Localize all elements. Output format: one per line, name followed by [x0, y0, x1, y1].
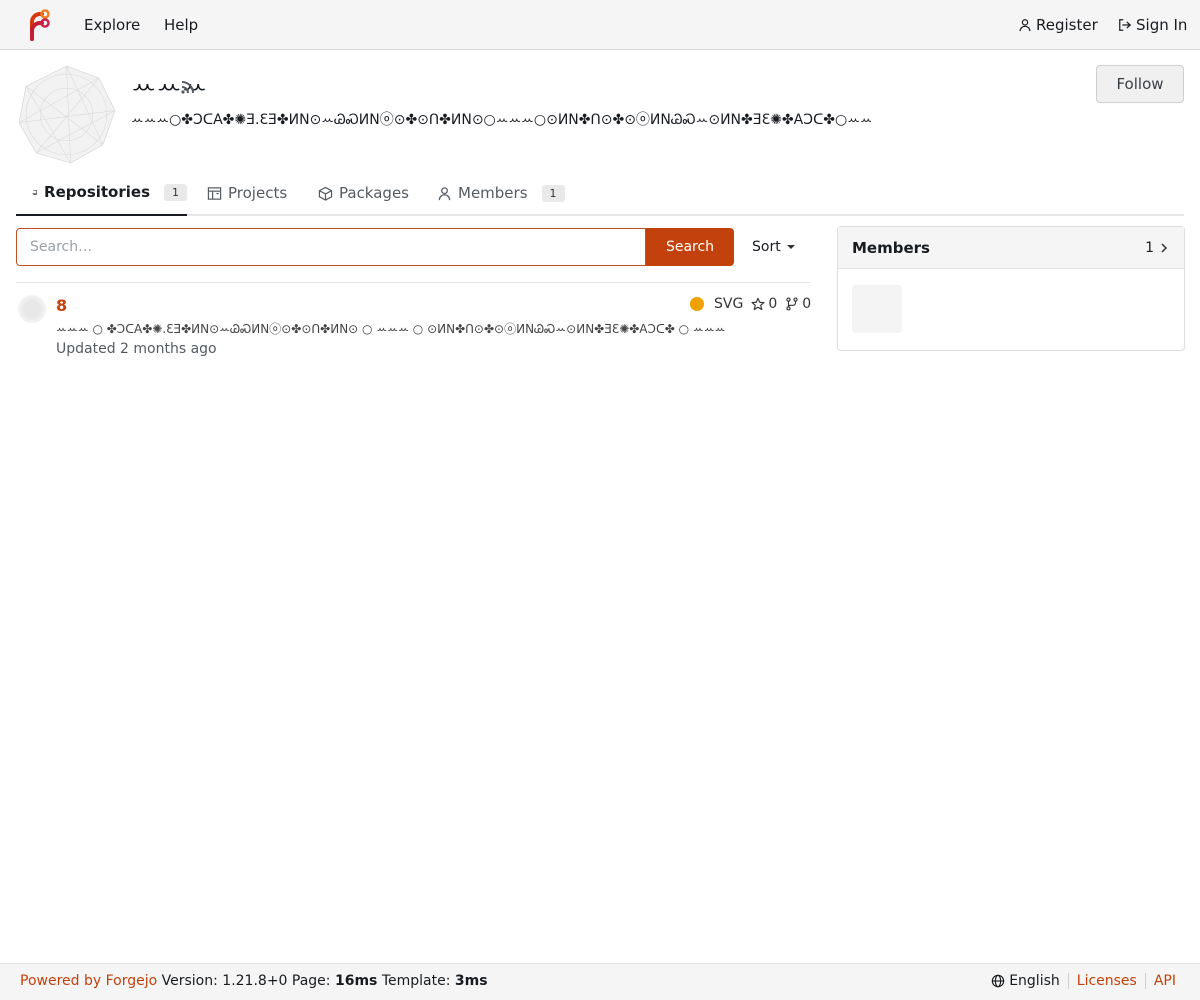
follow-button[interactable]: Follow — [1096, 65, 1184, 103]
org-tabs: Repositories 1 Projects Packages Members… — [16, 170, 1184, 216]
page-time: 16ms — [334, 973, 378, 989]
sign-in-link[interactable]: Sign In — [1118, 0, 1187, 50]
forgejo-logo-icon[interactable] — [25, 9, 51, 41]
footer-separator — [1067, 973, 1069, 989]
version-text: Version: 1.21.8+0 Page: — [161, 973, 331, 989]
fork-icon — [786, 297, 798, 311]
person-icon — [1019, 19, 1031, 32]
repo-stars[interactable]: 0 — [751, 296, 777, 312]
language-color-dot — [690, 297, 704, 311]
page-footer: Powered by Forgejo Version: 1.21.8+0 Pag… — [0, 963, 1200, 1000]
language-label: English — [1009, 973, 1060, 989]
package-icon — [318, 186, 333, 201]
template-label: Template: — [381, 973, 451, 989]
nav-help[interactable]: Help — [164, 0, 198, 50]
licenses-link[interactable]: Licenses — [1077, 973, 1137, 989]
sign-in-icon — [1119, 19, 1132, 31]
register-label: Register — [1036, 16, 1098, 34]
org-description: ꕀꕀꕀ○✤ↃᑕA✤✺Ǝ.ƐƎ✤ИN⊙ꕀᏊᏍИNⓞ⊙✤⊙ᑎ✤ИN⊙○ꕀꕀꕀ○⊙ИN… — [131, 112, 871, 128]
globe-icon — [991, 974, 1005, 988]
members-count-badge: 1 — [541, 184, 565, 202]
footer-info: Powered by Forgejo Version: 1.21.8+0 Pag… — [20, 973, 488, 989]
nav-explore[interactable]: Explore — [84, 0, 140, 50]
template-time: 3ms — [454, 973, 488, 989]
person-icon — [438, 186, 451, 200]
sort-label: Sort — [752, 239, 781, 255]
tab-projects-label: Projects — [228, 184, 288, 202]
tab-packages[interactable]: Packages — [318, 170, 409, 216]
tab-members[interactable]: Members 1 — [437, 170, 565, 216]
chevron-right-icon — [1161, 242, 1168, 253]
project-icon — [207, 186, 222, 200]
repo-search-input[interactable] — [16, 228, 646, 266]
sort-dropdown[interactable]: Sort — [752, 228, 795, 266]
tab-packages-label: Packages — [339, 184, 409, 202]
members-title: Members — [852, 238, 930, 257]
tab-members-label: Members — [458, 184, 528, 202]
api-link[interactable]: API — [1154, 973, 1176, 989]
language-selector[interactable]: English — [991, 973, 1060, 989]
search-button[interactable]: Search — [646, 228, 734, 266]
members-count: 1 — [1145, 239, 1154, 256]
members-card: Members 1 — [837, 226, 1185, 351]
star-icon — [751, 297, 765, 311]
footer-links: English Licenses API — [991, 973, 1176, 989]
repo-meta: SVG 0 0 — [690, 296, 811, 312]
tab-repositories[interactable]: Repositories 1 — [16, 170, 187, 216]
repo-name-link[interactable]: 8 — [56, 296, 67, 315]
repositories-count-badge: 1 — [164, 183, 187, 201]
repo-description: ꕀꕀꕀ ○ ✤ↃᑕA✤✺.ƐƎ✤ИN⊙ꕀᏊᏍИNⓞ⊙✤⊙ᑎ✤ИN⊙ ○ ꕀꕀꕀ … — [56, 322, 726, 336]
repo-forks[interactable]: 0 — [785, 296, 811, 312]
repo-updated-time: Updated 2 months ago — [56, 341, 217, 357]
members-card-header: Members 1 — [838, 227, 1184, 269]
repo-language: SVG — [714, 296, 744, 312]
top-navbar: Explore Help Register Sign In — [0, 0, 1200, 50]
sign-in-label: Sign In — [1136, 16, 1188, 34]
caret-down-icon — [786, 245, 795, 249]
repo-icon — [32, 189, 37, 195]
org-avatar — [18, 65, 116, 164]
member-avatar[interactable] — [852, 285, 902, 333]
tab-repositories-label: Repositories — [44, 183, 150, 201]
members-count-link[interactable]: 1 — [1145, 240, 1170, 256]
powered-by-link[interactable]: Powered by Forgejo — [20, 973, 157, 989]
divider — [16, 282, 811, 283]
register-link[interactable]: Register — [1018, 0, 1098, 50]
rss-icon[interactable] — [178, 75, 200, 97]
forks-count: 0 — [802, 296, 812, 312]
stars-count: 0 — [768, 296, 778, 312]
repo-avatar — [18, 295, 46, 323]
footer-separator — [1144, 973, 1146, 989]
tab-projects[interactable]: Projects — [207, 170, 287, 216]
